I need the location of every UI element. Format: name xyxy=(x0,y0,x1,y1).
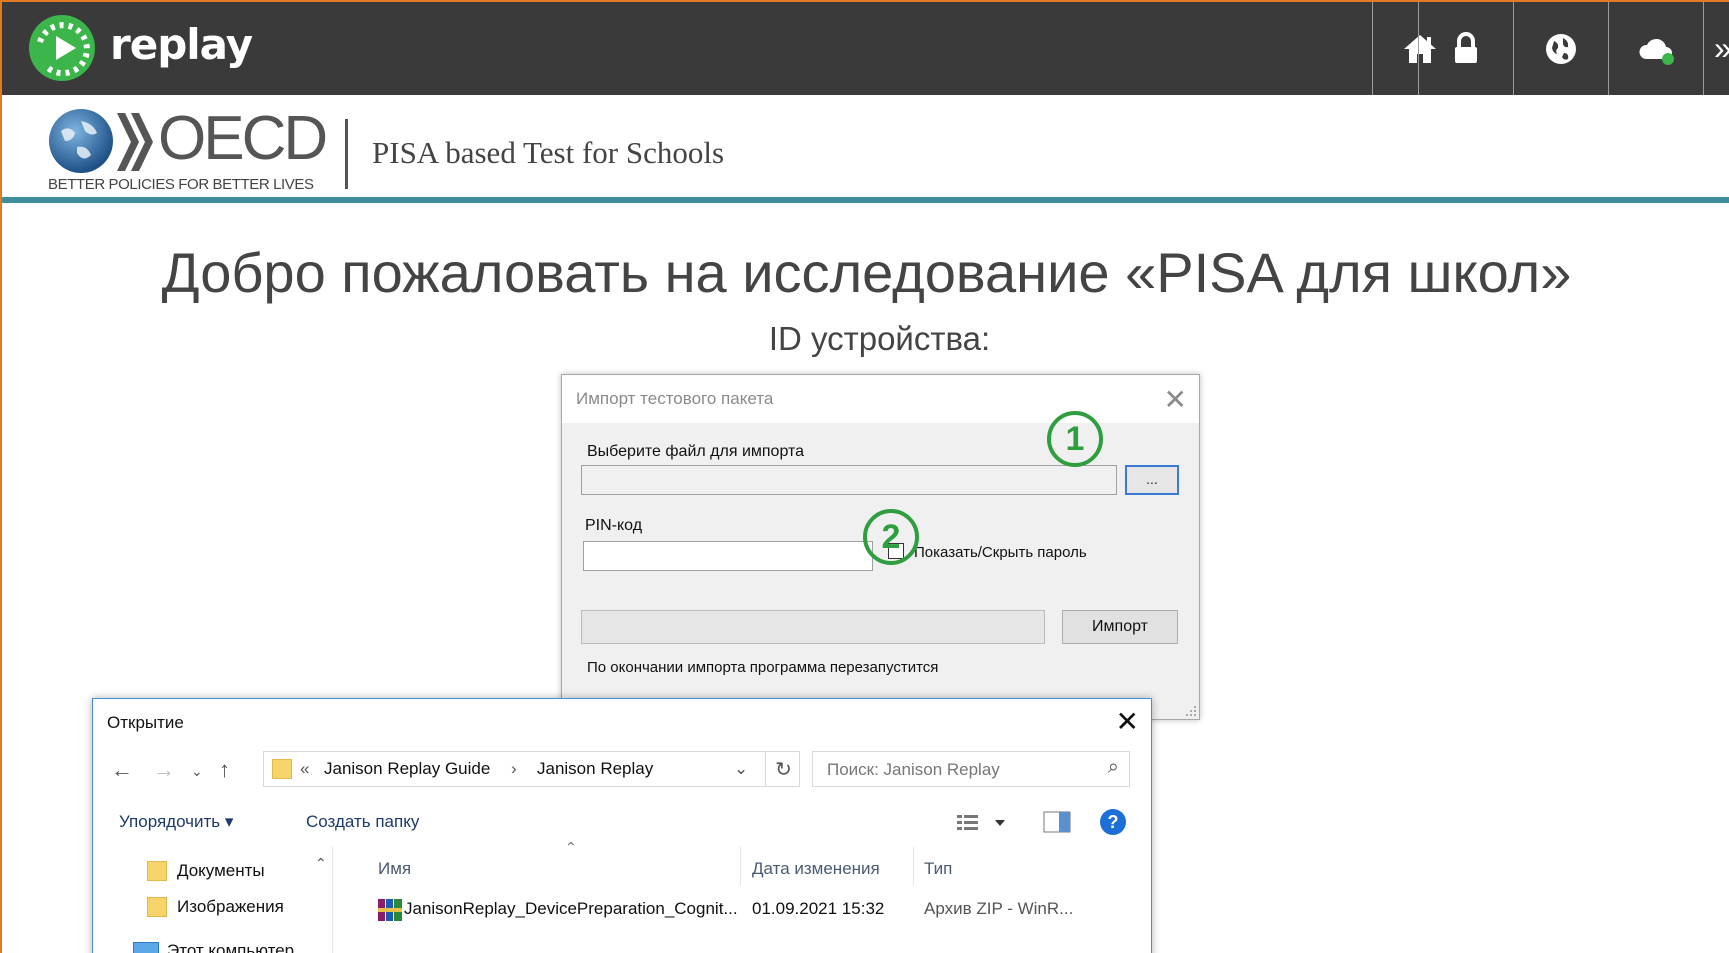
lock-icon xyxy=(1454,31,1477,63)
device-id-label: ID устройства: xyxy=(768,320,991,357)
address-dropdown-chevron-icon[interactable]: ⌄ xyxy=(734,759,748,779)
file-open-dialog: Открытие ✕ ← → ⌄ ↑ « Janison Replay Guid… xyxy=(92,698,1152,953)
nav-item-documents[interactable]: Документы xyxy=(147,861,265,881)
folder-icon xyxy=(272,759,292,779)
back-arrow-icon[interactable]: ← xyxy=(111,757,133,783)
column-header-type[interactable]: Тип xyxy=(924,859,952,879)
globe-icon xyxy=(1545,33,1576,64)
file-modified: 01.09.2021 15:32 xyxy=(752,899,885,918)
file-label: Выберите файл для импорта xyxy=(587,443,805,460)
address-prefix: « xyxy=(300,759,310,778)
import-button[interactable]: Импорт xyxy=(1062,610,1178,644)
file-name: JanisonReplay_DevicePreparation_Cognit..… xyxy=(404,899,738,918)
show-hide-password-label: Показать/Скрыть пароль xyxy=(914,544,1087,561)
import-package-dialog: Импорт тестового пакета ✕ Выберите файл … xyxy=(561,374,1200,720)
nav-item-label: Документы xyxy=(177,861,265,880)
sort-indicator-icon: ⌃ xyxy=(565,839,577,855)
pin-input[interactable] xyxy=(583,541,873,571)
preview-pane-icon[interactable] xyxy=(1043,811,1071,833)
column-header-modified[interactable]: Дата изменения xyxy=(752,859,880,879)
new-folder-button[interactable]: Создать папку xyxy=(306,812,419,832)
organize-menu[interactable]: Упорядочить ▾ xyxy=(119,812,233,832)
globe-button[interactable] xyxy=(1513,2,1607,95)
computer-icon xyxy=(133,942,159,953)
search-input[interactable]: Поиск: Janison Replay ⌕ xyxy=(812,751,1130,787)
recent-locations-chevron-icon[interactable]: ⌄ xyxy=(191,763,203,780)
dialog-title: Открытие xyxy=(107,713,184,732)
dialog-title: Импорт тестового пакета xyxy=(576,389,774,408)
cloud-status-button[interactable] xyxy=(1608,2,1702,95)
folder-icon xyxy=(147,861,167,881)
lock-button[interactable] xyxy=(1418,2,1512,95)
navigation-pane: Документы Изображения Этот компьютер ⌃ xyxy=(93,847,333,953)
replay-logo-icon xyxy=(29,15,95,81)
replay-brand: replay xyxy=(26,12,253,84)
breadcrumb-segment[interactable]: Janison Replay xyxy=(537,759,653,779)
import-progress-bar xyxy=(581,610,1045,644)
column-divider[interactable] xyxy=(913,847,914,885)
nav-item-label: Этот компьютер xyxy=(167,941,295,953)
restart-note: По окончании импорта программа перезапус… xyxy=(587,659,939,676)
dialog-titlebar: Импорт тестового пакета ✕ xyxy=(562,375,1199,423)
product-title: PISA based Test for Schools xyxy=(372,135,725,170)
column-header-name[interactable]: Имя xyxy=(378,859,411,879)
overflow-button[interactable]: » xyxy=(1703,2,1729,95)
header-divider xyxy=(345,119,348,189)
oecd-chevron-icon xyxy=(117,113,153,171)
resize-grip-icon[interactable] xyxy=(1185,705,1197,717)
oecd-globe-icon xyxy=(49,109,113,173)
callout-2: 2 xyxy=(863,509,919,565)
app-name: replay xyxy=(110,19,253,69)
column-divider[interactable] xyxy=(740,847,741,885)
top-bar: replay » xyxy=(2,2,1729,95)
address-bar[interactable]: « Janison Replay Guide › Janison Replay … xyxy=(263,751,800,787)
search-icon: ⌕ xyxy=(1107,756,1119,778)
pin-label: PIN-код xyxy=(585,517,643,534)
forward-arrow-icon[interactable]: → xyxy=(153,757,175,783)
help-icon[interactable]: ? xyxy=(1100,809,1126,835)
app-window: replay » OECD BETTER POLICIES FOR BETTER… xyxy=(0,0,1729,953)
search-placeholder: Поиск: Janison Replay xyxy=(827,760,1000,779)
breadcrumb-separator: › xyxy=(511,759,517,778)
scroll-up-icon[interactable]: ⌃ xyxy=(315,855,327,872)
oecd-tagline: BETTER POLICIES FOR BETTER LIVES xyxy=(48,176,314,193)
view-options-icon[interactable] xyxy=(957,813,1009,833)
refresh-icon[interactable]: ↻ xyxy=(765,751,801,787)
close-icon[interactable]: ✕ xyxy=(1164,383,1187,416)
up-arrow-icon[interactable]: ↑ xyxy=(219,757,230,783)
callout-1: 1 xyxy=(1047,411,1103,467)
cloud-status-icon xyxy=(1638,38,1674,65)
file-path-field[interactable] xyxy=(581,465,1117,495)
breadcrumb-segment[interactable]: Janison Replay Guide xyxy=(324,759,490,779)
close-icon[interactable]: ✕ xyxy=(1116,705,1139,738)
nav-item-this-pc[interactable]: Этот компьютер xyxy=(133,941,294,953)
oecd-wordmark: OECD xyxy=(158,104,328,173)
archive-file-icon xyxy=(378,899,402,921)
header-band: OECD BETTER POLICIES FOR BETTER LIVES PI… xyxy=(2,95,1729,203)
file-row[interactable]: JanisonReplay_DevicePreparation_Cognit..… xyxy=(346,893,1136,925)
browse-button[interactable]: ... xyxy=(1125,465,1179,495)
welcome-title: Добро пожаловать на исследование «PISA д… xyxy=(161,241,1572,304)
folder-icon xyxy=(147,897,167,917)
nav-item-images[interactable]: Изображения xyxy=(147,897,284,917)
nav-item-label: Изображения xyxy=(177,897,284,916)
file-type: Архив ZIP - WinR... xyxy=(924,899,1074,918)
